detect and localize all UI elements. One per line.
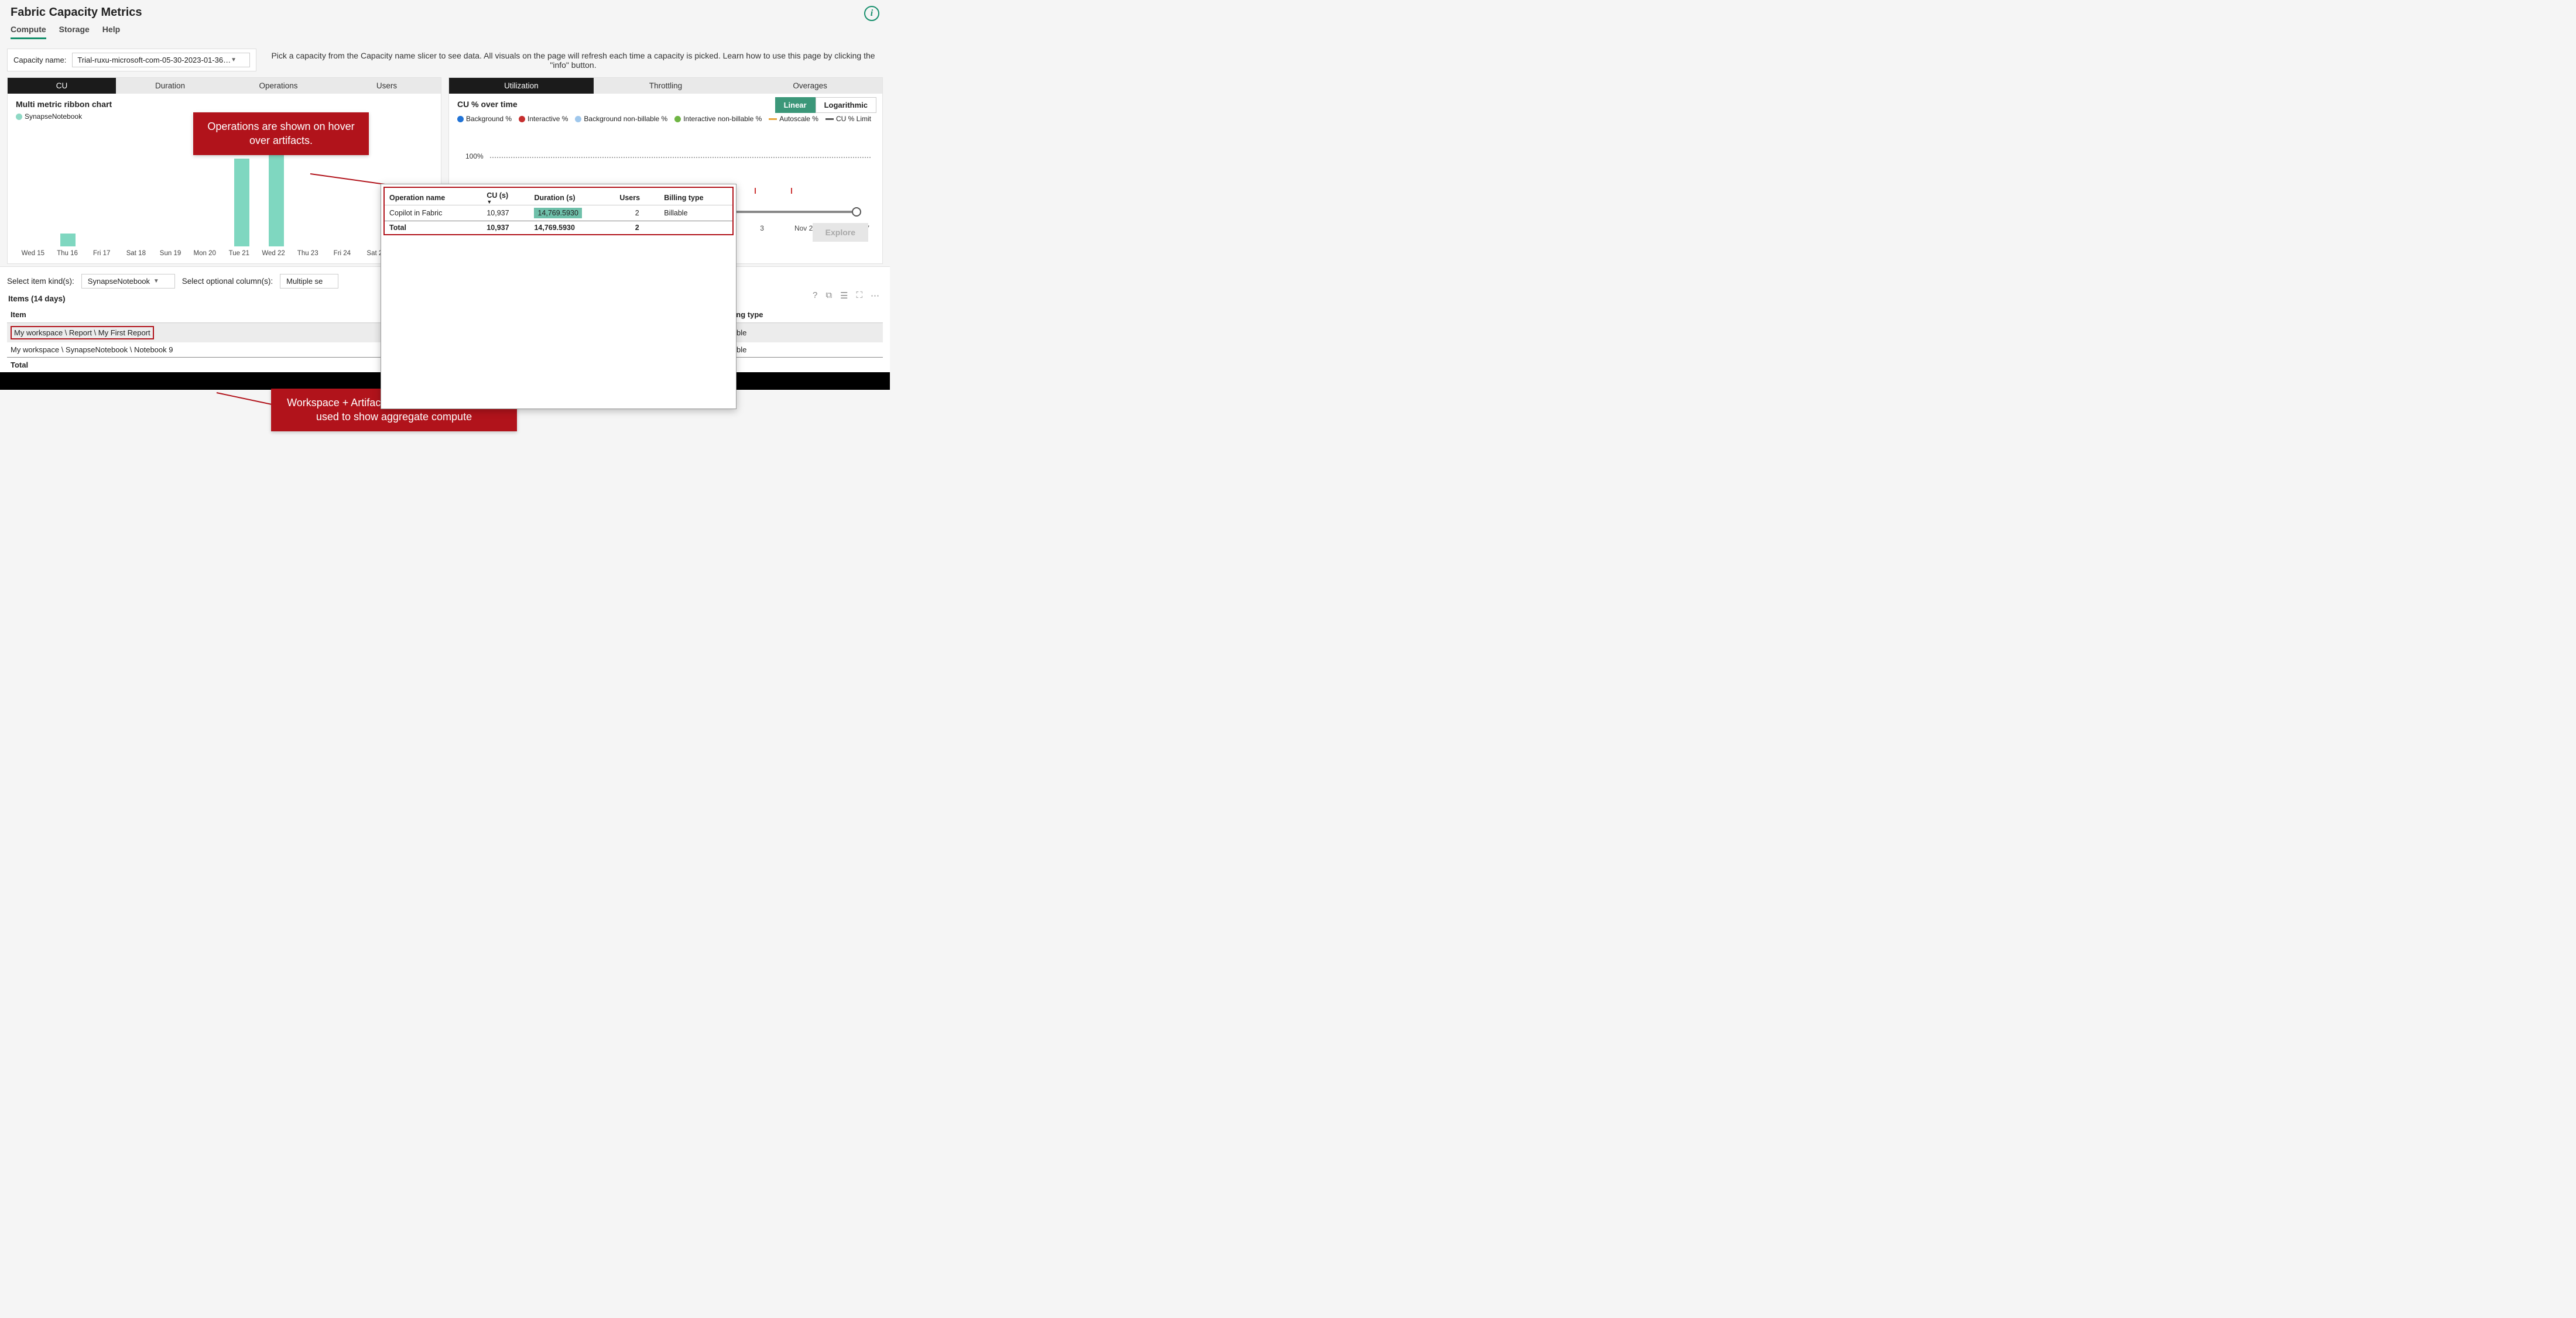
dot-icon — [519, 116, 525, 122]
more-icon[interactable]: ⋯ — [871, 290, 879, 301]
tab-storage[interactable]: Storage — [59, 25, 90, 39]
logarithmic-button[interactable]: Logarithmic — [816, 97, 876, 113]
tab-cu[interactable]: CU — [8, 78, 116, 94]
capacity-dropdown[interactable]: Trial-ruxu-microsoft-com-05-30-2023-01-3… — [72, 53, 250, 67]
tt-col-billing[interactable]: Billing type — [659, 188, 732, 205]
col-item[interactable]: Item — [7, 307, 409, 323]
capacity-value: Trial-ruxu-microsoft-com-05-30-2023-01-3… — [77, 56, 231, 64]
tab-users[interactable]: Users — [333, 78, 441, 94]
item-billing: Billable — [718, 323, 883, 343]
slider-handle-icon[interactable] — [852, 207, 861, 217]
tab-duration[interactable]: Duration — [116, 78, 224, 94]
operation-tooltip: Operation name CU (s)▼ Duration (s) User… — [381, 184, 737, 409]
filter-icon[interactable]: ☰ — [840, 290, 848, 301]
optional-col-label: Select optional column(s): — [182, 277, 273, 286]
tt-col-users[interactable]: Users — [615, 188, 659, 205]
line-icon — [769, 118, 777, 120]
tab-utilization[interactable]: Utilization — [449, 78, 594, 94]
info-icon[interactable]: i — [864, 6, 879, 21]
sort-desc-icon: ▼ — [487, 201, 525, 204]
swatch-icon — [16, 114, 22, 120]
tt-total-cu: 10,937 — [482, 221, 529, 235]
ribbon-xaxis: Wed 15 Thu 16 Fri 17 Sat 18 Sun 19 Mon 2… — [16, 250, 428, 257]
chevron-down-icon: ▼ — [231, 57, 237, 63]
line-icon — [825, 118, 834, 120]
legend-label: SynapseNotebook — [25, 112, 82, 121]
leader-line-2 — [217, 392, 274, 405]
tab-help[interactable]: Help — [102, 25, 120, 39]
tt-op-users: 2 — [615, 205, 659, 221]
explore-button[interactable]: Explore — [813, 223, 868, 242]
tab-compute[interactable]: Compute — [11, 25, 46, 39]
item-billing: Billable — [718, 342, 883, 358]
item-path: My workspace \ Report \ My First Report — [7, 323, 409, 343]
chevron-down-icon: ▼ — [153, 278, 159, 284]
tt-col-cu[interactable]: CU (s)▼ — [482, 188, 529, 205]
tt-total-duration: 14,769.5930 — [529, 221, 615, 235]
legend-cu-limit[interactable]: CU % Limit — [825, 115, 871, 123]
col-billing[interactable]: Billing type — [718, 307, 883, 323]
copy-icon[interactable]: ⧉ — [825, 290, 832, 301]
legend-background[interactable]: Background % — [457, 115, 512, 123]
capacity-label: Capacity name: — [13, 56, 66, 64]
tt-total-label: Total — [385, 221, 482, 235]
legend-synapsenotebook[interactable]: SynapseNotebook — [16, 112, 82, 121]
tab-overages[interactable]: Overages — [738, 78, 882, 94]
annotation-callout-1: Operations are shown on hover over artif… — [193, 112, 369, 155]
item-kind-dropdown[interactable]: SynapseNotebook ▼ — [81, 274, 175, 289]
item-kind-label: Select item kind(s): — [7, 277, 74, 286]
tab-operations[interactable]: Operations — [224, 78, 333, 94]
legend-autoscale[interactable]: Autoscale % — [769, 115, 818, 123]
y-axis-100: 100% — [465, 152, 484, 160]
instruction-text: Pick a capacity from the Capacity name s… — [263, 51, 883, 70]
dot-icon — [674, 116, 681, 122]
capacity-slicer: Capacity name: Trial-ruxu-microsoft-com-… — [7, 49, 256, 71]
tab-throttling[interactable]: Throttling — [594, 78, 738, 94]
tooltip-table: Operation name CU (s)▼ Duration (s) User… — [385, 188, 732, 234]
limit-line — [490, 157, 871, 158]
legend-int-nonbillable[interactable]: Interactive non-billable % — [674, 115, 762, 123]
dot-icon — [457, 116, 464, 122]
dot-icon — [575, 116, 581, 122]
left-panel: CU Duration Operations Users Multi metri… — [7, 77, 441, 264]
tt-col-operation[interactable]: Operation name — [385, 188, 482, 205]
legend-bg-nonbillable[interactable]: Background non-billable % — [575, 115, 667, 123]
page-title: Fabric Capacity Metrics — [11, 6, 142, 19]
focus-icon[interactable]: ⛶ — [856, 290, 862, 301]
tt-op-billing: Billable — [659, 205, 732, 221]
legend-interactive[interactable]: Interactive % — [519, 115, 568, 123]
linear-button[interactable]: Linear — [775, 97, 816, 113]
tt-op-duration: 14,769.5930 — [529, 205, 615, 221]
tt-op-cu: 10,937 — [482, 205, 529, 221]
tt-total-users: 2 — [615, 221, 659, 235]
main-tabs: Compute Storage Help — [0, 21, 890, 44]
help-icon[interactable]: ? — [813, 290, 817, 301]
tt-col-duration[interactable]: Duration (s) — [529, 188, 615, 205]
ribbon-chart-title: Multi metric ribbon chart — [16, 99, 433, 109]
item-path: My workspace \ SynapseNotebook \ Noteboo… — [7, 342, 409, 358]
optional-col-dropdown[interactable]: Multiple se — [280, 274, 338, 289]
tt-op-name: Copilot in Fabric — [385, 205, 482, 221]
